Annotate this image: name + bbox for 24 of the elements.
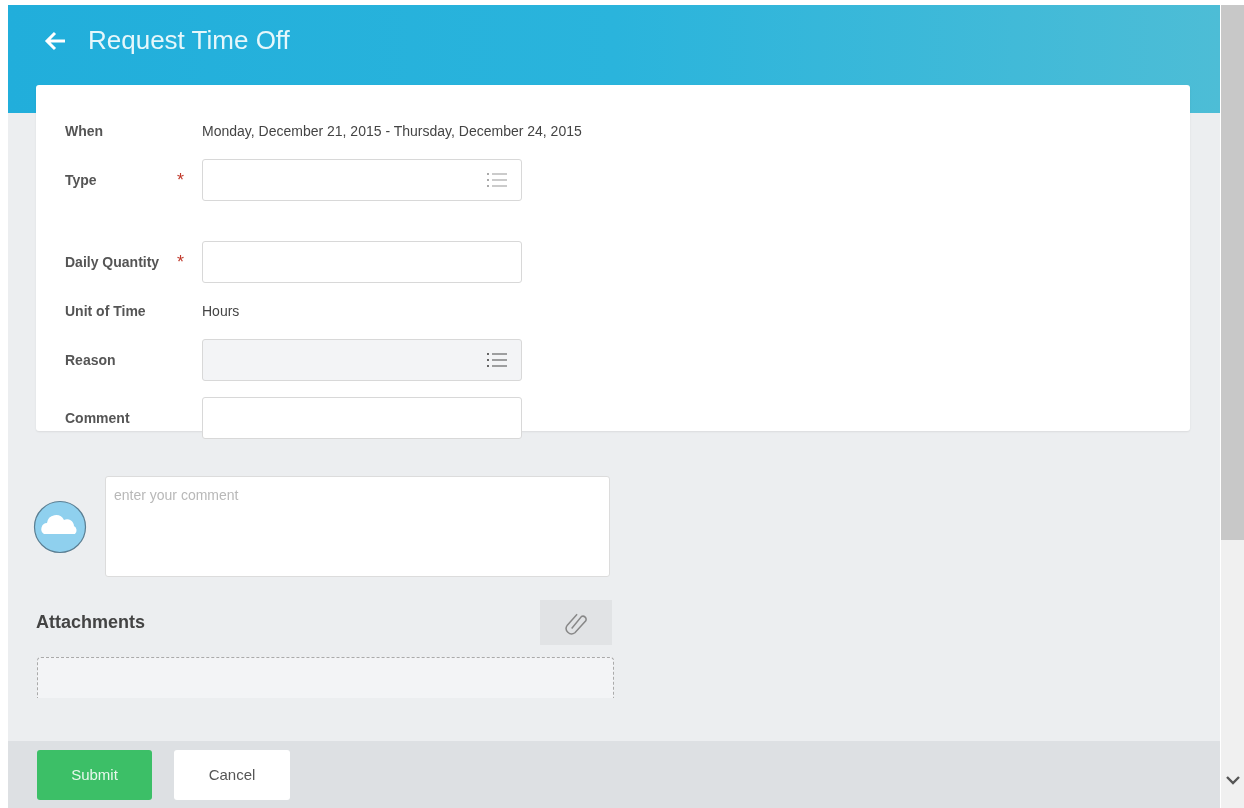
page-title: Request Time Off — [88, 25, 290, 56]
section-title: Attachments — [36, 612, 146, 633]
scrollbar-thumb[interactable] — [1221, 5, 1244, 540]
attach-button[interactable] — [540, 600, 612, 645]
field-label: Unit of Time — [65, 303, 147, 319]
input-field[interactable] — [202, 241, 522, 283]
drop-zone[interactable] — [37, 657, 614, 698]
field-label: Daily Quantity — [65, 254, 161, 270]
cloud-avatar-icon — [33, 499, 87, 554]
input-field[interactable] — [202, 397, 522, 439]
field-value: Monday, December 21, 2015 - Thursday, December 24, 2015 — [202, 123, 582, 139]
field-value: Hours — [202, 303, 240, 319]
required-mark: * — [177, 169, 184, 190]
field-label: When — [65, 123, 105, 139]
field-label: Reason — [65, 352, 117, 368]
list-icon — [487, 172, 507, 188]
cancel-button[interactable]: Cancel — [174, 749, 290, 800]
field-label: Type — [65, 172, 98, 188]
comment-field[interactable]: enter your comment — [105, 476, 610, 577]
chevron-down-icon[interactable] — [1226, 775, 1240, 785]
field-label: Comment — [65, 410, 131, 426]
dropdown-field[interactable] — [202, 159, 522, 201]
list-icon — [487, 352, 507, 368]
required-mark: * — [177, 251, 184, 272]
